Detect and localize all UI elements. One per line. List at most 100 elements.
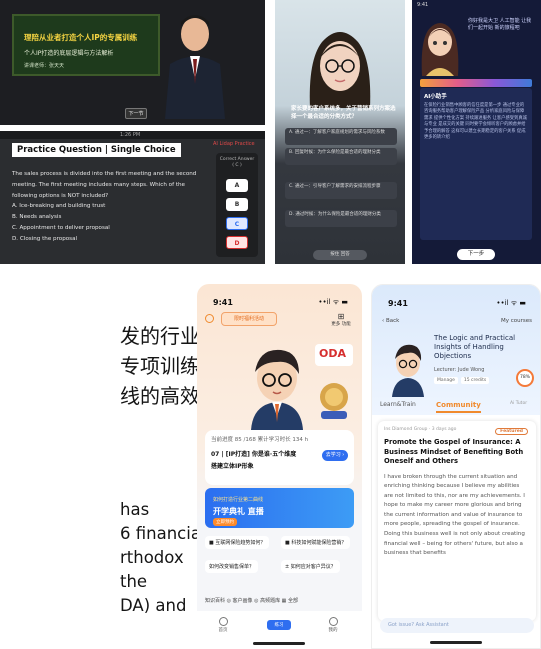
live-banner[interactable]: 如何打造行业第二曲线 开学典礼 直播 立即预约 <box>205 488 354 528</box>
course-title: The Logic and Practical Insights of Hand… <box>434 334 516 360</box>
study-progress-card[interactable]: 当前进度 85 /168 累计学习时长 134 h 07 | [IP打造] 你是… <box>205 430 354 485</box>
profile-icon <box>328 617 338 626</box>
banner-small-text: 如何打造行业第二曲线 <box>213 497 264 503</box>
ai-assistant-card: AI小助手 在保险行业销售中顾客的信任度是第一步 通过专业的咨询服务帮助客户理解… <box>420 88 532 240</box>
option-d[interactable]: D. Closing the proposal <box>12 234 207 245</box>
hold-to-answer-button[interactable]: 按住 回答 <box>313 250 367 260</box>
en-line-5: DA) and <box>120 596 187 615</box>
status-bar: 1:26 PM <box>0 131 265 139</box>
ai-story-phone: 9:41 你好我是大卫 人工智能 让我们一起开始 新的旅程吧 AI小助手 在保险… <box>412 0 541 264</box>
answer-panel: Correct Answer ( C ) A B C D <box>216 153 258 257</box>
ai-avatar-woman <box>309 32 371 108</box>
choice-bubble[interactable]: A. 通过一：了解客户家庭规划的需求与风险系数 <box>285 128 397 145</box>
option-b[interactable]: B. Needs analysis <box>12 212 207 223</box>
choice-bubble[interactable]: C. 通过一：引导客户了解需求的安排流程步骤 <box>285 182 397 199</box>
tab-label: 练习 <box>274 623 284 628</box>
cartoon-boy-avatar <box>251 349 303 430</box>
app-course-phone: 9:41 ••il ᯤ ▬ ‹ Back My courses The Logi… <box>371 284 541 649</box>
chalkboard: 理陪从业者打造个人IP的专属训练 个人IP打造的底层逻辑与方法解析 讲课老师：张… <box>12 14 160 76</box>
progress-text: 当前进度 85 /168 累计学习时长 134 h <box>211 437 309 443</box>
status-icons: ••il ᯤ ▬ <box>318 298 348 306</box>
card-title: AI小助手 <box>424 94 447 100</box>
trophy-coin-icon <box>320 383 348 419</box>
quick-question[interactable]: 如何改变销售保单？ <box>205 560 259 573</box>
app-home-phone: 9:41 ••il ᯤ ▬ 限时福利活动 ⊞ 更多 功能 ODA 当前进度 85 … <box>197 284 362 649</box>
correct-answer-label: Correct Answer ( C ) <box>219 157 255 168</box>
status-time: 9:41 <box>213 298 233 307</box>
cartoon-girl-avatar <box>421 23 459 76</box>
banner-badge[interactable]: 立即预约 <box>213 518 237 526</box>
status-time: 9:41 <box>417 2 429 8</box>
en-line-4: the <box>120 572 148 591</box>
lecture-video[interactable]: 理陪从业者打造个人IP的专属训练 个人IP打造的底层逻辑与方法解析 讲课老师：张… <box>0 0 265 125</box>
post-title: Promote the Gospel of Insurance: A Busin… <box>384 438 524 465</box>
description-text-block: 发的行业专 专项训练， 线的高效转 has 6 financial rthodo… <box>0 302 200 649</box>
board-title: 理陪从业者打造个人IP的专属训练 <box>24 33 138 42</box>
status-time: 9:41 <box>388 299 408 308</box>
option-a[interactable]: A. Ice-breaking and building trust <box>12 201 207 212</box>
community-post[interactable]: Ins Diamond Group · 3 days ago Featured … <box>378 421 536 621</box>
presenter-figure <box>165 15 225 119</box>
answer-d-button[interactable]: D <box>226 236 248 249</box>
lecturer-name: Lecturer: Jude Wong <box>434 367 485 373</box>
cn-line-3: 线的高效转 <box>120 384 200 408</box>
tab-community[interactable]: Community <box>436 401 481 413</box>
oda-text: ODA <box>319 347 346 360</box>
option-c[interactable]: C. Appointment to deliver proposal <box>12 223 207 234</box>
next-step-button[interactable]: 下一步 <box>457 249 495 260</box>
board-lecturer: 讲课老师：张天天 <box>24 63 65 69</box>
answer-a-button[interactable]: A <box>226 179 248 192</box>
en-line-2: 6 financial <box>120 524 200 543</box>
status-icons: ••il ᯤ ▬ <box>496 299 526 307</box>
question-title: Practice Question | Single Choice <box>12 143 181 157</box>
tab-learn-train[interactable]: Learn&Train <box>380 401 416 408</box>
board-subtitle: 个人IP打造的底层逻辑与方法解析 <box>24 50 114 57</box>
grid-label: 更多 功能 <box>331 322 351 327</box>
grid-menu-icon[interactable]: ⊞ 更多 功能 <box>331 312 351 327</box>
lesson-subtitle: 搭建立体IP形象 <box>211 463 254 470</box>
tab-profile[interactable]: 我的 <box>321 617 345 633</box>
home-icon <box>218 617 228 626</box>
home-indicator <box>430 641 482 644</box>
quick-question[interactable]: ± 如何应对客户异议？ <box>281 560 340 573</box>
back-button[interactable]: ‹ Back <box>382 318 399 324</box>
tab-practice[interactable]: 练习 <box>267 620 291 630</box>
post-body: I have broken through the current situat… <box>384 473 525 557</box>
my-courses-link[interactable]: My courses <box>501 318 532 324</box>
answer-c-button[interactable]: C <box>226 217 248 230</box>
card-text: 在保险行业销售中顾客的信任度是第一步 通过专业的咨询服务帮助客户理解保险产品 分… <box>424 103 527 141</box>
tab-home[interactable]: 首页 <box>211 617 235 633</box>
meta-credits: 15 credits <box>460 377 490 384</box>
status-time: 1:26 PM <box>120 132 141 138</box>
category-chips[interactable]: 知识百科 ◎ 客户画像 ◎ 高频题库 ▦ 全部 <box>205 597 354 604</box>
go-study-button[interactable]: 去学习 › <box>322 450 348 461</box>
cn-line-2: 专项训练， <box>120 354 200 378</box>
cn-line-1: 发的行业专 <box>120 324 200 348</box>
quick-question[interactable]: ■ 科技如何赋能保险营销？ <box>281 536 351 549</box>
next-lesson-button[interactable]: 下一节 <box>125 108 147 119</box>
promo-pill[interactable]: 限时福利活动 <box>221 312 277 326</box>
tab-label: 我的 <box>328 628 338 633</box>
status-bar: 9:41 <box>412 0 541 10</box>
ask-assistant-input[interactable]: Got issue? Ask Assistant <box>380 618 534 633</box>
quick-question[interactable]: ■ 互联网保险趋势如何？ <box>205 536 270 549</box>
course-meta: Manage 15 credits <box>434 377 492 384</box>
choice-bubble[interactable]: B. 回复时候：为什么保险是最合适的理财分类 <box>285 148 397 165</box>
lecturer-avatar <box>392 344 424 397</box>
user-icon[interactable] <box>205 314 214 323</box>
choice-bubble[interactable]: D. 通过时候：为什么保险是最合适的理财分类 <box>285 210 397 227</box>
progress-strip <box>420 79 532 87</box>
banner-title: 开学典礼 直播 <box>213 507 264 516</box>
question-body: The sales process is divided into the fi… <box>12 169 207 245</box>
tab-ai-tutor[interactable]: Ai Tutor <box>510 401 527 406</box>
question-text: The sales process is divided into the fi… <box>12 171 197 199</box>
en-line-1: has <box>120 500 150 519</box>
ai-avatar-phone: 家长要的客户系统多，关于营销系列方案选择一个最合适的分类方式？ A. 通过一：了… <box>275 0 405 264</box>
oda-badge: ODA <box>315 344 353 366</box>
answer-b-button[interactable]: B <box>226 198 248 211</box>
practice-tag: AI Lidap Practice <box>213 141 255 147</box>
meta-tag: Manage <box>434 377 458 384</box>
practice-question-screen: 1:26 PM Practice Question | Single Choic… <box>0 131 265 264</box>
post-author: Ins Diamond Group · 3 days ago <box>384 427 457 432</box>
avatar-question: 家长要的客户系统多，关于营销系列方案选择一个最合适的分类方式？ <box>291 106 396 120</box>
